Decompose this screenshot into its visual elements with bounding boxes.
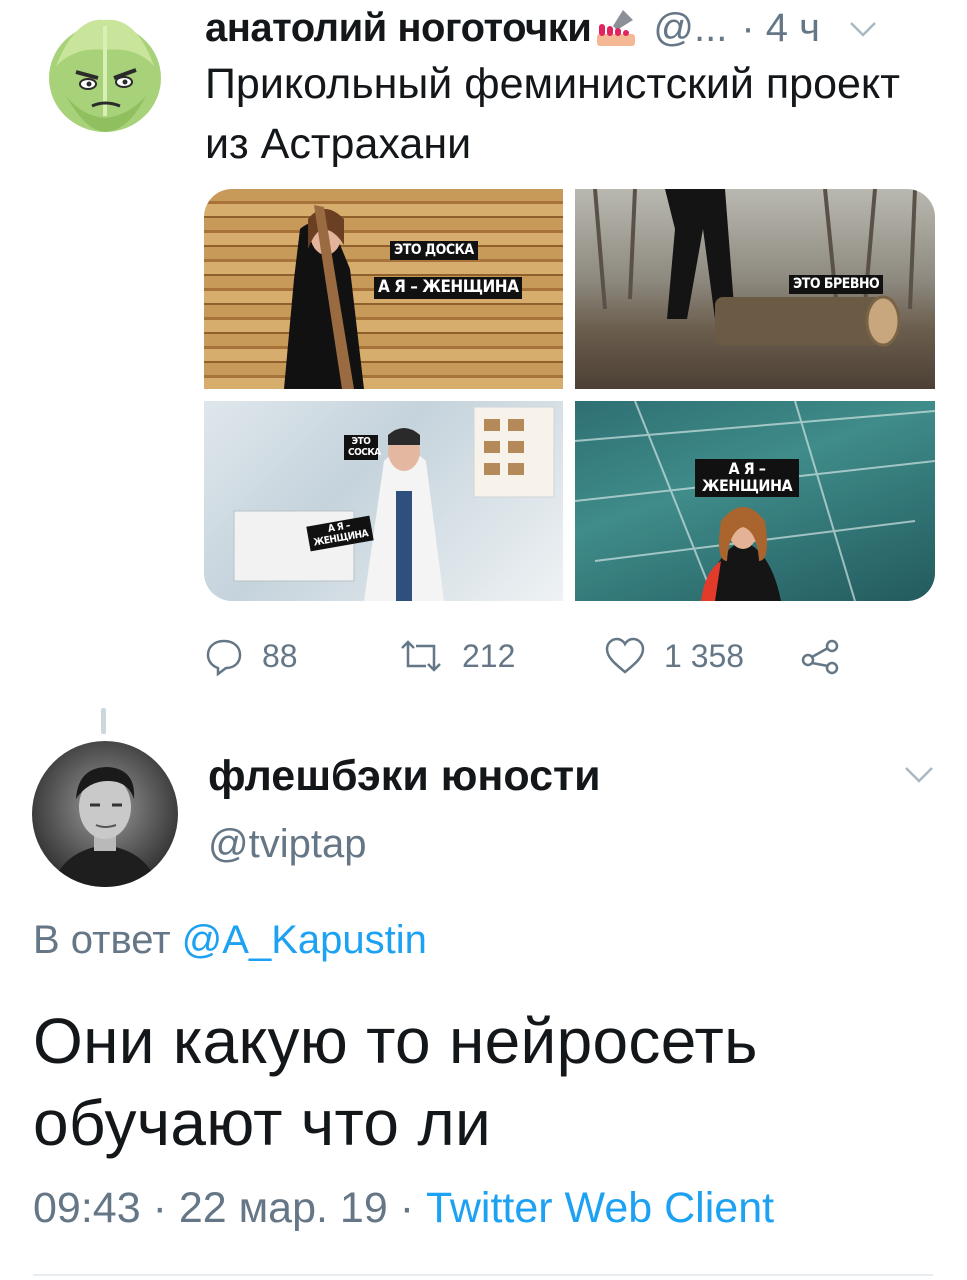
tweet1-text: Прикольный феминистский проект из Астрах… <box>205 60 900 168</box>
reply-mention-link[interactable]: @A_Kapustin <box>182 918 427 962</box>
reply-button[interactable]: 88 <box>204 630 298 682</box>
caption-text: А Я – ЖЕНЩИНА <box>374 277 523 299</box>
media-image-2[interactable]: ЭТО БРЕВНО <box>575 189 935 389</box>
like-count: 1 358 <box>664 637 745 674</box>
reply-prefix: В ответ <box>33 918 171 962</box>
retweet-count: 212 <box>462 637 516 674</box>
tweet2-time: 09:43 <box>33 1184 141 1232</box>
avatar-cabbage[interactable] <box>36 6 174 144</box>
avatar-user[interactable] <box>32 741 178 887</box>
divider <box>33 1274 933 1276</box>
retweet-icon <box>401 640 441 672</box>
tweet1-handle[interactable]: @... <box>653 6 727 51</box>
tweet2-client-link[interactable]: Twitter Web Client <box>426 1184 774 1232</box>
media-image-1[interactable]: ЭТО ДОСКА А Я – ЖЕНЩИНА <box>204 189 563 389</box>
tweet2-text: Они какую то нейросеть обучают что ли <box>33 1005 758 1159</box>
user-avatar-image <box>52 767 158 887</box>
reply-context: В ответ @A_Kapustin <box>33 918 427 963</box>
tweet1-action-bar: 88 212 1 358 <box>204 630 854 682</box>
reply-icon <box>206 639 242 676</box>
nail-polish-emoji-icon <box>593 8 639 48</box>
tweet2-handle[interactable]: @tviptap <box>208 822 366 867</box>
chevron-down-icon[interactable] <box>903 764 935 791</box>
share-icon <box>801 639 839 675</box>
tweet2-author-name[interactable]: флешбэки юности <box>208 752 601 801</box>
share-button[interactable] <box>800 630 858 682</box>
caption-text: ЭТО СОСКА <box>344 435 381 460</box>
cabbage-avatar-image <box>49 19 161 132</box>
caption-text: ЭТО ДОСКА <box>390 241 478 260</box>
tweet1-header: анатолий ноготочки @... · 4 ч <box>205 2 878 54</box>
tweet2-date: 22 мар. 19 <box>178 1184 388 1232</box>
meta-separator: · <box>152 1184 167 1232</box>
media-image-4[interactable]: А Я – ЖЕНЩИНА <box>575 401 935 601</box>
tweet1-media-grid: ЭТО ДОСКА А Я – ЖЕНЩИНА ЭТО БРЕВНО ЭТО С… <box>204 189 935 601</box>
caption-text: А Я – ЖЕНЩИНА <box>695 459 799 497</box>
media-image-3[interactable]: ЭТО СОСКА А Я – ЖЕНЩИНА <box>204 401 563 601</box>
tweet1-author-name[interactable]: анатолий ноготочки <box>205 6 592 51</box>
tweet2-meta: 09:43 · 22 мар. 19 · Twitter Web Client <box>33 1184 774 1233</box>
chevron-down-icon[interactable] <box>848 9 878 48</box>
retweet-button[interactable]: 212 <box>398 630 515 682</box>
reply-count: 88 <box>262 637 298 674</box>
tweet1-time[interactable]: · 4 ч <box>741 6 820 51</box>
like-button[interactable]: 1 358 <box>604 630 744 682</box>
caption-text: ЭТО БРЕВНО <box>789 275 884 294</box>
heart-icon <box>605 637 645 674</box>
meta-separator: · <box>399 1184 415 1232</box>
thread-connector-line <box>101 708 106 734</box>
